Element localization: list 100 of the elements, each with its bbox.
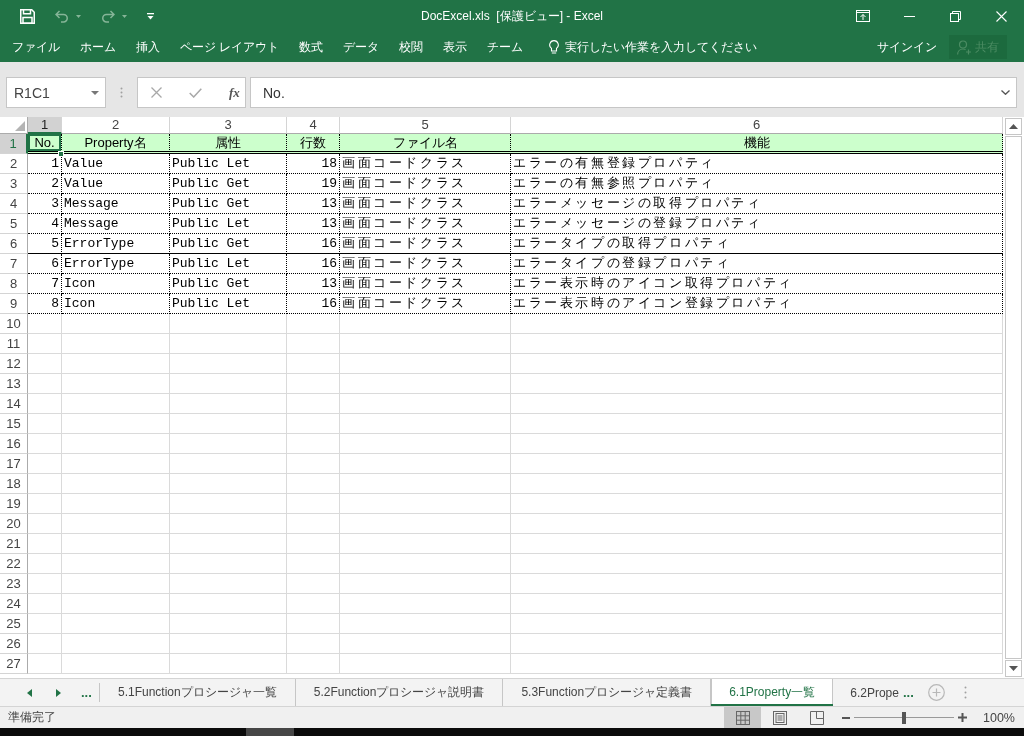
ribbon-tab[interactable]: ホーム <box>80 38 116 56</box>
row-header[interactable]: 24 <box>0 594 28 614</box>
previous-sheet-icon[interactable] <box>27 688 32 697</box>
table-cell: Public Get <box>170 194 287 214</box>
row-header[interactable]: 26 <box>0 634 28 654</box>
zoom-thumb[interactable] <box>902 711 906 724</box>
table-cell: 13 <box>287 214 340 234</box>
scroll-up-button[interactable] <box>1005 118 1022 135</box>
next-sheet-icon[interactable] <box>56 688 61 697</box>
ribbon-tab[interactable]: ページ レイアウト <box>180 38 280 56</box>
customize-icon[interactable] <box>147 12 154 20</box>
table-cell: 画面コードクラス <box>340 194 511 214</box>
table-cell: エラーの有無登録プロパティ <box>511 154 1003 174</box>
row-header[interactable]: 21 <box>0 534 28 554</box>
ribbon-tab[interactable]: ファイル <box>12 38 60 56</box>
column-header[interactable]: 6 <box>511 117 1003 134</box>
row-header[interactable]: 22 <box>0 554 28 574</box>
row-header[interactable]: 18 <box>0 474 28 494</box>
ribbon-tab[interactable]: チーム <box>487 38 524 56</box>
table-cell: 16 <box>287 254 340 274</box>
sheet-tab[interactable]: 6.1Property一覧 <box>711 679 835 706</box>
table-cell: ErrorType <box>62 254 170 274</box>
row-header[interactable]: 1 <box>0 134 28 154</box>
sheet-tab[interactable]: 6.2Prope <box>850 685 899 700</box>
table-cell: 4 <box>28 214 62 234</box>
minimize-icon[interactable] <box>903 15 915 17</box>
row-header[interactable]: 15 <box>0 414 28 434</box>
row-header[interactable]: 17 <box>0 454 28 474</box>
row-header[interactable]: 12 <box>0 354 28 374</box>
formula-field[interactable]: No. <box>250 77 1017 108</box>
row-header[interactable]: 4 <box>0 194 28 214</box>
ribbon-tab[interactable]: データ <box>343 38 380 56</box>
table-cell: エラー表示時のアイコン取得プロパティ <box>511 274 1003 294</box>
column-header[interactable]: 5 <box>340 117 511 134</box>
person-icon <box>957 39 972 55</box>
row-header[interactable]: 3 <box>0 174 28 194</box>
view-button[interactable] <box>724 707 761 728</box>
ribbon-tab[interactable]: 表示 <box>443 38 468 56</box>
table-cell: Public Get <box>170 274 287 294</box>
row-header[interactable]: 8 <box>0 274 28 294</box>
caret-icon[interactable] <box>91 90 99 95</box>
tell-me-field[interactable]: 実行したい作業を入力してください <box>565 40 766 54</box>
down-arrow-icon[interactable] <box>1009 666 1018 671</box>
scroll-down-button[interactable] <box>1005 660 1022 677</box>
table-cell: 18 <box>287 154 340 174</box>
more-sheets-button[interactable]: ... <box>902 686 914 699</box>
row-header[interactable]: 16 <box>0 434 28 454</box>
ribbon-tab[interactable]: 校閲 <box>399 38 424 56</box>
row-header[interactable]: 2 <box>0 154 28 174</box>
close-icon[interactable] <box>995 10 1007 22</box>
column-header[interactable]: 1 <box>28 117 62 134</box>
zoom-level[interactable]: 100% <box>983 710 1015 725</box>
table-cell: 3 <box>28 194 62 214</box>
row-header[interactable]: 11 <box>0 334 28 354</box>
table-cell: 画面コードクラス <box>340 254 511 274</box>
row-header[interactable]: 27 <box>0 654 28 674</box>
sign-in-link[interactable]: サインイン <box>877 38 937 56</box>
row-header[interactable]: 23 <box>0 574 28 594</box>
row-header[interactable]: 19 <box>0 494 28 514</box>
table-cell: Icon <box>62 294 170 314</box>
table-cell: 5 <box>28 234 62 254</box>
row-header[interactable]: 13 <box>0 374 28 394</box>
header-cell: Property名 <box>62 134 170 154</box>
row-header[interactable]: 14 <box>0 394 28 414</box>
restore-icon[interactable] <box>949 10 961 22</box>
zoom-out-icon[interactable] <box>842 716 850 719</box>
save-icon[interactable] <box>20 8 35 24</box>
scrollbar-thumb[interactable] <box>1005 136 1022 659</box>
name-box[interactable]: R1C1 <box>6 77 106 108</box>
column-header[interactable]: 3 <box>170 117 287 134</box>
row-header[interactable]: 25 <box>0 614 28 634</box>
header-cell: 行数 <box>287 134 340 154</box>
table-cell: Value <box>62 154 170 174</box>
insert-function-button[interactable]: fx <box>229 84 240 101</box>
vertical-dots-icon[interactable] <box>963 686 967 699</box>
zoom-in-icon[interactable] <box>958 713 967 722</box>
row-header[interactable]: 5 <box>0 214 28 234</box>
ribbon-display-icon[interactable] <box>856 10 870 22</box>
ribbon-tab[interactable]: 挿入 <box>136 38 160 56</box>
fill-handle[interactable] <box>58 151 64 157</box>
row-header[interactable]: 6 <box>0 234 28 254</box>
check-icon[interactable] <box>189 87 202 98</box>
table-cell: Value <box>62 174 170 194</box>
column-header[interactable]: 4 <box>287 117 340 134</box>
header-cell: 属性 <box>170 134 287 154</box>
table-cell: エラータイプの登録プロパティ <box>511 254 1003 274</box>
row-header[interactable]: 7 <box>0 254 28 274</box>
column-header[interactable]: 2 <box>62 117 170 134</box>
row-header[interactable]: 20 <box>0 514 28 534</box>
table-cell: 1 <box>28 154 62 174</box>
table-cell: 画面コードクラス <box>340 214 511 234</box>
table-cell: Public Let <box>170 154 287 174</box>
page-layout-icon <box>772 710 787 725</box>
chevron-down-icon[interactable] <box>1001 90 1010 95</box>
row-header[interactable]: 9 <box>0 294 28 314</box>
header-cell: No. <box>28 134 62 154</box>
up-arrow-icon[interactable] <box>1009 124 1018 129</box>
ribbon-tab[interactable]: 数式 <box>299 38 324 56</box>
row-header[interactable]: 10 <box>0 314 28 334</box>
more-sheets-button[interactable]: ... <box>81 686 92 699</box>
